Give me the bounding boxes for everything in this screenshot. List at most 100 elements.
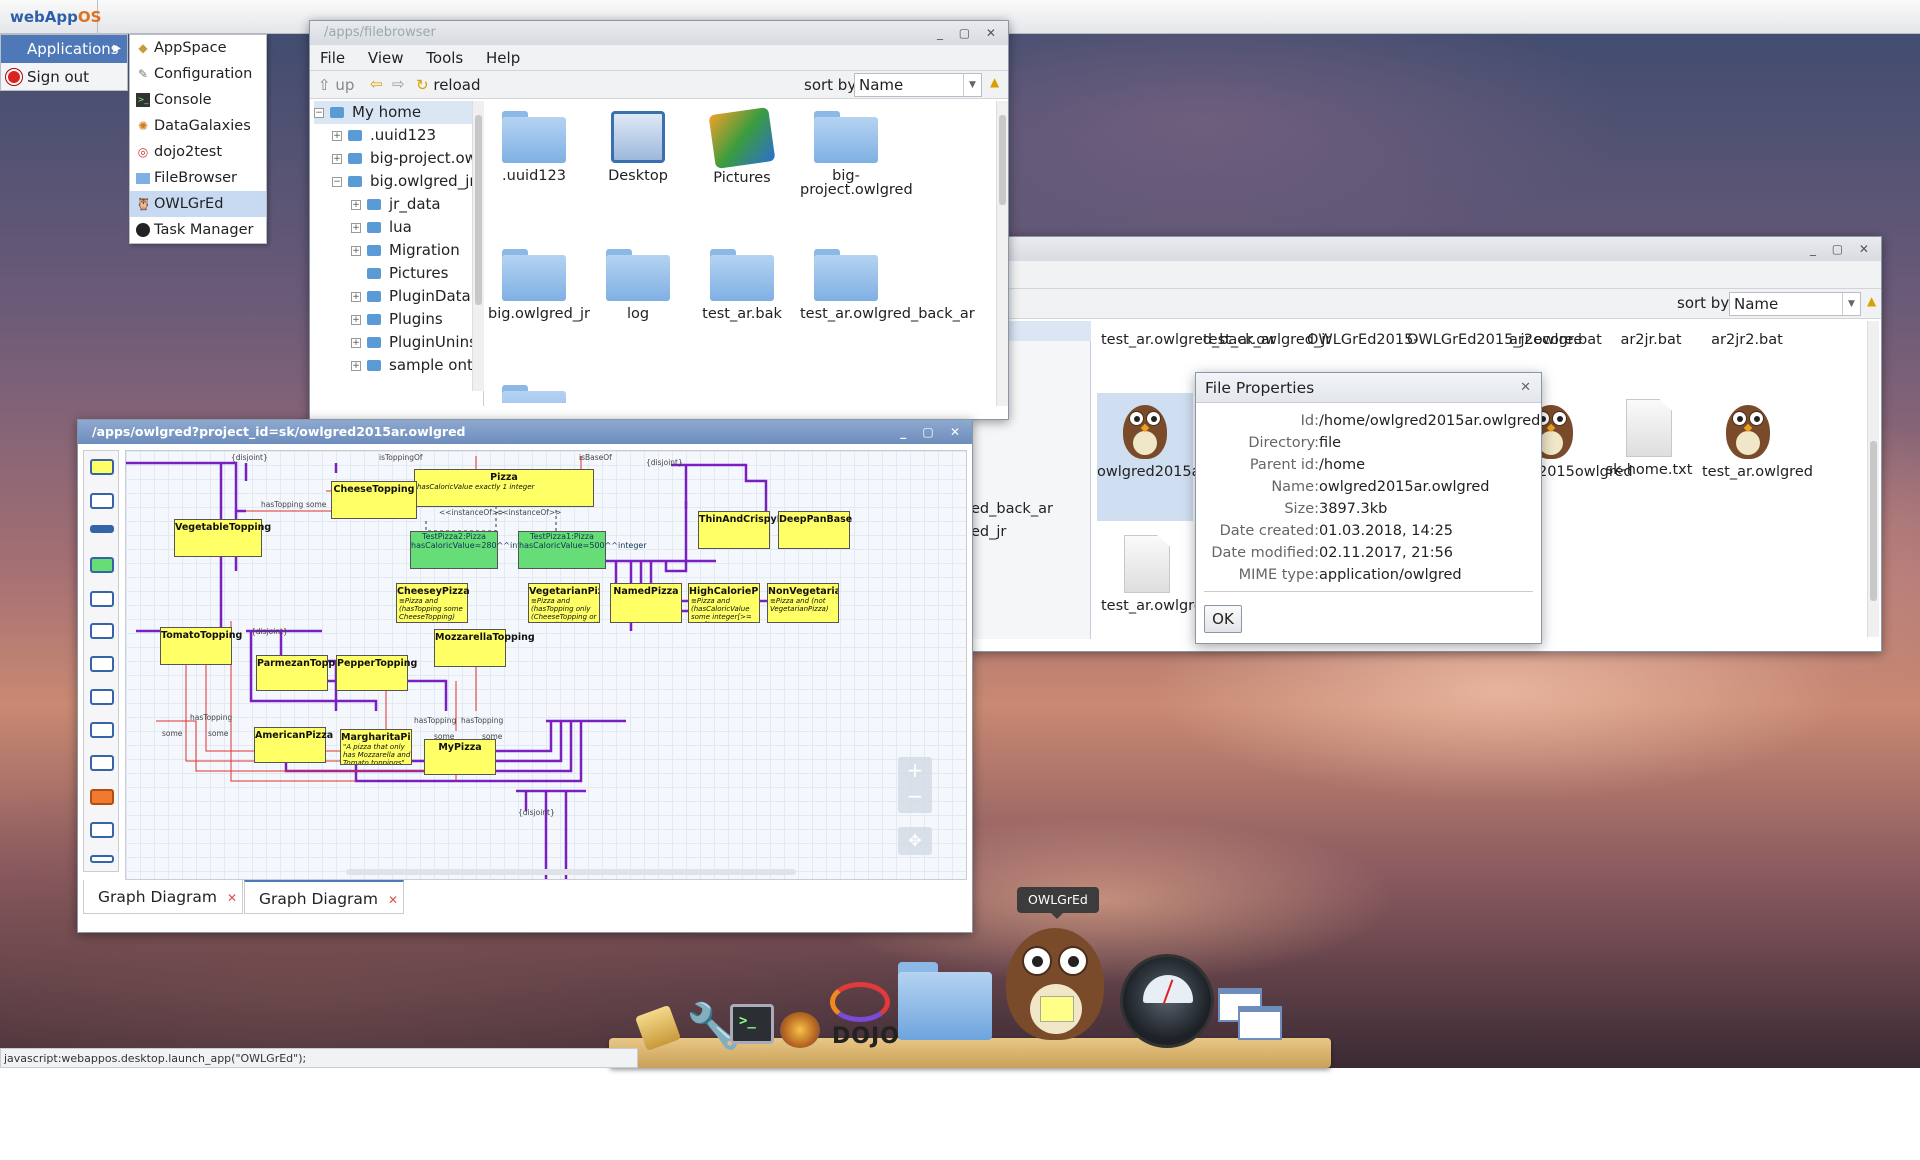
sort-select[interactable]: Name ▼	[854, 73, 982, 97]
menu-item-task-manager[interactable]: Task Manager	[130, 217, 266, 243]
tree-item[interactable]: + Plugins	[314, 308, 483, 331]
class-thin-crispy-base[interactable]: ThinAndCrispyBase	[698, 511, 803, 549]
menu-item-owlgred[interactable]: 🦉 OWLGrEd	[130, 191, 266, 217]
window-titlebar[interactable]: /apps/owlgred?project_id=sk/owlgred2015a…	[78, 420, 972, 444]
class-cheese-topping[interactable]: CheeseTopping	[331, 481, 417, 519]
line-tool[interactable]	[90, 525, 114, 533]
window-controls[interactable]: _ ▢ ✕	[900, 420, 966, 444]
file-item[interactable]: big-project.owlgred	[800, 111, 913, 197]
window-controls[interactable]: _ ▢ ✕	[937, 21, 1002, 45]
file-item[interactable]: Desktop	[592, 111, 684, 183]
class-mozzarella-topping[interactable]: MozzarellaTopping	[434, 629, 535, 667]
webappos-logo[interactable]: webAppOS	[0, 0, 101, 34]
fit-view-icon[interactable]: ✥	[898, 827, 932, 855]
class-tomato-topping[interactable]: TomatoTopping	[160, 627, 242, 665]
separator-tool[interactable]	[90, 855, 114, 863]
window-titlebar[interactable]: _ ▢ ✕	[969, 237, 1881, 261]
class-cheesey-pizza[interactable]: CheeseyPizza ≡Pizza and (hasTopping some …	[396, 583, 470, 623]
instance-testpizza2[interactable]: TestPizza2:Pizza hasCaloricValue=280^^int…	[410, 531, 539, 569]
class-tool[interactable]	[90, 459, 114, 475]
tree-item[interactable]: + big-project.ow	[314, 147, 483, 170]
class-high-calorie-pizza[interactable]: HighCaloriePizza≡Pizza and (hasCaloricVa…	[688, 583, 760, 623]
vertical-scrollbar[interactable]	[1867, 321, 1879, 637]
tree-item-my-home[interactable]: − My home	[314, 101, 483, 124]
file-item[interactable]: log	[592, 249, 684, 321]
instance-testpizza1[interactable]: TestPizza1:Pizza hasCaloricValue=500^^int…	[518, 531, 647, 569]
class-deep-pan-base[interactable]: DeepPanBase	[778, 511, 852, 549]
tree-item[interactable]: + lua	[314, 216, 483, 239]
file-item[interactable]: OWLGrEd2015-	[1307, 319, 1419, 348]
file-item[interactable]: test_ar.owlgred	[1702, 399, 1813, 479]
class-named-pizza[interactable]: NamedPizza	[610, 583, 682, 623]
folder-dock-icon[interactable]	[898, 962, 992, 1040]
tree-item[interactable]: + sample onto	[314, 354, 483, 377]
vertical-scrollbar[interactable]	[996, 101, 1008, 406]
menu-view[interactable]: View	[368, 45, 404, 71]
sort-direction-icon[interactable]: ▲	[1867, 294, 1876, 308]
tree-item[interactable]: − big.owlgred_jr	[314, 170, 483, 193]
close-icon[interactable]: ✕	[227, 891, 237, 905]
dialog-titlebar[interactable]: File Properties ✕	[1196, 373, 1541, 403]
expand-icon[interactable]: +	[351, 314, 361, 325]
file-item[interactable]: test_ar.owlgred_back_ar	[1101, 319, 1276, 348]
file-item[interactable]: Pictures	[696, 107, 788, 185]
zoom-out-icon[interactable]: −	[898, 783, 932, 809]
menu-item-datagalaxies[interactable]: ✺ DataGalaxies	[130, 113, 266, 139]
link-tool[interactable]	[90, 656, 114, 672]
file-item[interactable]: test_ar.owlgred_jr	[1203, 319, 1331, 348]
file-item-selected[interactable]: owlgred2015ar.owlgred	[1097, 393, 1268, 521]
link-tool[interactable]	[90, 755, 114, 771]
zoom-in-icon[interactable]: +	[898, 757, 932, 783]
menu-item-configuration[interactable]: ✎ Configuration	[130, 61, 266, 87]
horizontal-scrollbar[interactable]	[346, 869, 796, 875]
menu-item-dojo2test[interactable]: ◎ dojo2test	[130, 139, 266, 165]
class-american-pizza[interactable]: AmericanPizza	[254, 727, 333, 763]
sort-select[interactable]: Name ▼	[1729, 292, 1861, 316]
diagram-canvas[interactable]: {disjoint} isToppingOf isBaseOf {disjoin…	[125, 450, 967, 880]
menu-file[interactable]: File	[320, 45, 345, 71]
file-item[interactable]: ar2jr.bat	[1605, 319, 1697, 348]
link-tool[interactable]	[90, 689, 114, 705]
file-item[interactable]: test_ar.owlgred_back_ar	[800, 249, 975, 321]
reload-button[interactable]: ↻ reload	[416, 76, 480, 94]
expand-icon[interactable]: +	[351, 222, 361, 233]
expand-icon[interactable]: +	[351, 337, 361, 348]
container-tool[interactable]	[90, 591, 114, 607]
applications-menu[interactable]: Applications ▶	[1, 35, 127, 63]
tree-item[interactable]: + Migration	[314, 239, 483, 262]
owl-dock-icon[interactable]	[992, 918, 1118, 1046]
arrow-tool[interactable]	[90, 822, 114, 838]
menu-tools[interactable]: Tools	[426, 45, 463, 71]
windows-dock-icon[interactable]	[1218, 988, 1288, 1048]
galaxy-dock-icon[interactable]	[780, 1012, 820, 1048]
annotation-tool[interactable]	[90, 789, 114, 805]
tree-item[interactable]: + PluginUnins	[314, 331, 483, 354]
collapse-icon[interactable]: −	[332, 176, 342, 187]
dojo-dock-icon[interactable]: DOJO	[826, 978, 899, 1049]
class-parmezan-topping[interactable]: ParmezanTopping	[256, 655, 352, 691]
close-icon[interactable]: ✕	[1520, 373, 1531, 403]
class-margherita-pizza[interactable]: MargharitaPizza"A pizza that only has Mo…	[340, 729, 412, 765]
file-item[interactable]: big.owlgred_jr	[488, 249, 590, 321]
expand-icon[interactable]: +	[351, 245, 361, 256]
menu-item-filebrowser[interactable]: FileBrowser	[130, 165, 266, 191]
expand-icon[interactable]: +	[351, 199, 361, 210]
forward-icon[interactable]: ⇨	[392, 75, 405, 93]
tab-graph-diagram-2[interactable]: Graph Diagram ✕	[244, 880, 404, 914]
link-tool[interactable]	[90, 722, 114, 738]
file-item[interactable]: sk-home.txt	[1603, 399, 1695, 477]
expand-icon[interactable]: +	[351, 360, 361, 371]
expand-icon[interactable]: +	[351, 291, 361, 302]
ok-button[interactable]: OK	[1204, 605, 1242, 633]
console-dock-icon[interactable]: >_	[730, 1004, 774, 1044]
object-tool[interactable]	[90, 493, 114, 509]
file-item-partial[interactable]	[488, 385, 580, 403]
up-button[interactable]: ⇧ up	[318, 76, 354, 94]
tree-item[interactable]: Pictures	[314, 262, 483, 285]
link-tool[interactable]	[90, 623, 114, 639]
instance-tool[interactable]	[90, 557, 114, 573]
sort-direction-icon[interactable]: ▲	[990, 75, 999, 89]
menu-help[interactable]: Help	[486, 45, 520, 71]
tree-scrollbar[interactable]	[472, 101, 484, 391]
sign-out-item[interactable]: Sign out	[1, 63, 127, 91]
